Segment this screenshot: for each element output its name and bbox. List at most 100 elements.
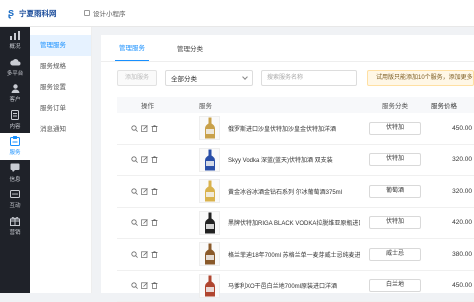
nav-item-overview[interactable]: 概况 bbox=[0, 27, 30, 54]
left-nav: 概况 多平台 客户 内容 服务 信息 互动 营销 bbox=[0, 27, 30, 293]
chevron-down-icon bbox=[242, 74, 248, 80]
row-actions bbox=[117, 156, 193, 163]
row-service: Skyy Vodka 深蓝(蓝天)伏特加酒 双支装 bbox=[193, 148, 363, 172]
category-select-value: 全部分类 bbox=[171, 73, 197, 83]
row-category: 伏特加 bbox=[363, 122, 427, 135]
nav-item-interaction[interactable]: 互动 bbox=[0, 186, 30, 213]
nav-item-multiplatform[interactable]: 多平台 bbox=[0, 54, 30, 81]
nav-item-service[interactable]: 服务 bbox=[0, 133, 30, 160]
chat-icon bbox=[10, 189, 21, 199]
design-miniprogram-label: 设计小程序 bbox=[93, 8, 126, 18]
edit-icon[interactable] bbox=[141, 125, 148, 132]
trash-icon[interactable] bbox=[151, 156, 158, 163]
square-icon bbox=[84, 10, 90, 16]
service-icon bbox=[10, 136, 21, 146]
search-input[interactable]: 搜索服务名称 bbox=[261, 70, 357, 86]
row-service: 俄罗斯进口沙皇伏特加沙皇金伏特加洋酒 bbox=[193, 116, 363, 140]
product-name[interactable]: Skyy Vodka 深蓝(蓝天)伏特加酒 双支装 bbox=[228, 155, 360, 164]
trash-icon[interactable] bbox=[151, 188, 158, 195]
product-thumbnail bbox=[199, 211, 220, 235]
row-price: 380.00 bbox=[427, 251, 474, 258]
nav-label: 客户 bbox=[9, 95, 20, 103]
subnav-item-service-spec[interactable]: 服务规格 bbox=[30, 56, 91, 77]
nav-item-content[interactable]: 内容 bbox=[0, 107, 30, 134]
row-category: 葡萄酒 bbox=[363, 185, 427, 198]
tab-manage-service[interactable]: 管理服务 bbox=[115, 42, 149, 61]
edit-icon[interactable] bbox=[141, 156, 148, 163]
trash-icon[interactable] bbox=[151, 125, 158, 132]
category-badge: 伏特加 bbox=[369, 216, 421, 229]
edit-icon[interactable] bbox=[141, 188, 148, 195]
header-category: 服务分类 bbox=[363, 100, 427, 110]
subnav-item-service-orders[interactable]: 服务订单 bbox=[30, 98, 91, 119]
search-icon[interactable] bbox=[131, 219, 138, 226]
table-row: 黄金冰谷冰酒金钻石系列 尔冰葡萄酒375ml 葡萄酒 320.00 bbox=[117, 176, 474, 208]
header-service: 服务 bbox=[193, 100, 363, 110]
table-row: 俄罗斯进口沙皇伏特加沙皇金伏特加洋酒伏特加450.00 bbox=[117, 113, 474, 145]
subnav-item-manage-service[interactable]: 管理服务 bbox=[30, 35, 91, 56]
category-badge: 葡萄酒 bbox=[369, 185, 421, 198]
subnav-spacer bbox=[30, 27, 91, 35]
bottle-icon bbox=[204, 275, 216, 297]
nav-label: 多平台 bbox=[7, 69, 24, 77]
table-header: 操作 服务 服务分类 服务价格 bbox=[117, 97, 474, 113]
service-table: 操作 服务 服务分类 服务价格 俄罗斯进口沙皇伏特加沙皇金伏特加洋酒伏特加450… bbox=[117, 97, 474, 302]
product-name[interactable]: 黄金冰谷冰酒金钻石系列 尔冰葡萄酒375ml bbox=[228, 187, 360, 196]
search-icon[interactable] bbox=[131, 251, 138, 258]
product-name[interactable]: 马爹利XO干邑白兰地700ml原装进口洋酒 bbox=[228, 281, 360, 290]
nav-item-info[interactable]: 信息 bbox=[0, 160, 30, 187]
product-thumbnail bbox=[199, 274, 220, 298]
toolbar: 添加服务 全部分类 搜索服务名称 试用版只能添加10个服务，添加更多服务请升级到… bbox=[101, 62, 474, 94]
product-name[interactable]: 黑牌伏特加RIGA BLACK VODKA拉脱维亚原瓶进口 bbox=[228, 218, 360, 227]
row-category: 伏特加 bbox=[363, 216, 427, 229]
trash-icon[interactable] bbox=[151, 251, 158, 258]
subnav-item-service-settings[interactable]: 服务设置 bbox=[30, 77, 91, 98]
tab-manage-category[interactable]: 管理分类 bbox=[173, 43, 207, 61]
edit-icon[interactable] bbox=[141, 219, 148, 226]
top-bar: ʂ 宁夏雨科网 设计小程序 bbox=[0, 0, 474, 27]
brand-logo[interactable]: ʂ 宁夏雨科网 bbox=[0, 7, 62, 19]
search-icon[interactable] bbox=[131, 188, 138, 195]
nav-label: 营销 bbox=[9, 228, 20, 236]
user-icon bbox=[10, 83, 21, 93]
product-thumbnail bbox=[199, 148, 220, 172]
product-name[interactable]: 格兰菲迪18年700ml 苏格兰单一麦芽威士忌纯麦进口 bbox=[228, 250, 360, 259]
nav-label: 服务 bbox=[9, 148, 20, 156]
category-badge: 伏特加 bbox=[369, 153, 421, 166]
table-row: 马爹利XO干邑白兰地700ml原装进口洋酒白兰地450.00 bbox=[117, 271, 474, 302]
search-icon[interactable] bbox=[131, 156, 138, 163]
nav-item-customers[interactable]: 客户 bbox=[0, 80, 30, 107]
bottle-icon bbox=[204, 180, 216, 202]
search-icon[interactable] bbox=[131, 282, 138, 289]
search-icon[interactable] bbox=[131, 125, 138, 132]
logo-text: 宁夏雨科网 bbox=[19, 8, 57, 19]
nav-label: 内容 bbox=[9, 122, 20, 130]
row-service: 马爹利XO干邑白兰地700ml原装进口洋酒 bbox=[193, 274, 363, 298]
edit-icon[interactable] bbox=[141, 282, 148, 289]
row-service: 格兰菲迪18年700ml 苏格兰单一麦芽威士忌纯麦进口 bbox=[193, 242, 363, 266]
bottle-icon bbox=[204, 149, 216, 171]
subnav-item-notifications[interactable]: 消息通知 bbox=[30, 119, 91, 140]
row-actions bbox=[117, 188, 193, 195]
nav-item-marketing[interactable]: 营销 bbox=[0, 213, 30, 240]
category-select[interactable]: 全部分类 bbox=[165, 70, 253, 86]
row-category: 白兰地 bbox=[363, 279, 427, 292]
sub-nav: 管理服务 服务规格 服务设置 服务订单 消息通知 bbox=[30, 27, 92, 293]
bar-chart-icon bbox=[10, 30, 21, 40]
product-name[interactable]: 俄罗斯进口沙皇伏特加沙皇金伏特加洋酒 bbox=[228, 124, 360, 133]
edit-icon[interactable] bbox=[141, 251, 148, 258]
row-category: 伏特加 bbox=[363, 153, 427, 166]
row-price: 320.00 bbox=[427, 188, 474, 195]
header-op: 操作 bbox=[117, 100, 193, 110]
row-price: 450.00 bbox=[427, 125, 474, 132]
table-body: 俄罗斯进口沙皇伏特加沙皇金伏特加洋酒伏特加450.00Skyy Vodka 深蓝… bbox=[117, 113, 474, 302]
design-miniprogram-tab[interactable]: 设计小程序 bbox=[84, 8, 126, 18]
product-thumbnail bbox=[199, 179, 220, 203]
upgrade-tip: 试用版只能添加10个服务，添加更多服务请升级到正式版 bbox=[367, 70, 474, 86]
table-row: 格兰菲迪18年700ml 苏格兰单一麦芽威士忌纯麦进口威士忌380.00 bbox=[117, 239, 474, 271]
bottle-icon bbox=[204, 243, 216, 265]
row-price: 450.00 bbox=[427, 282, 474, 289]
trash-icon[interactable] bbox=[151, 282, 158, 289]
trash-icon[interactable] bbox=[151, 219, 158, 226]
add-service-button[interactable]: 添加服务 bbox=[117, 70, 157, 86]
